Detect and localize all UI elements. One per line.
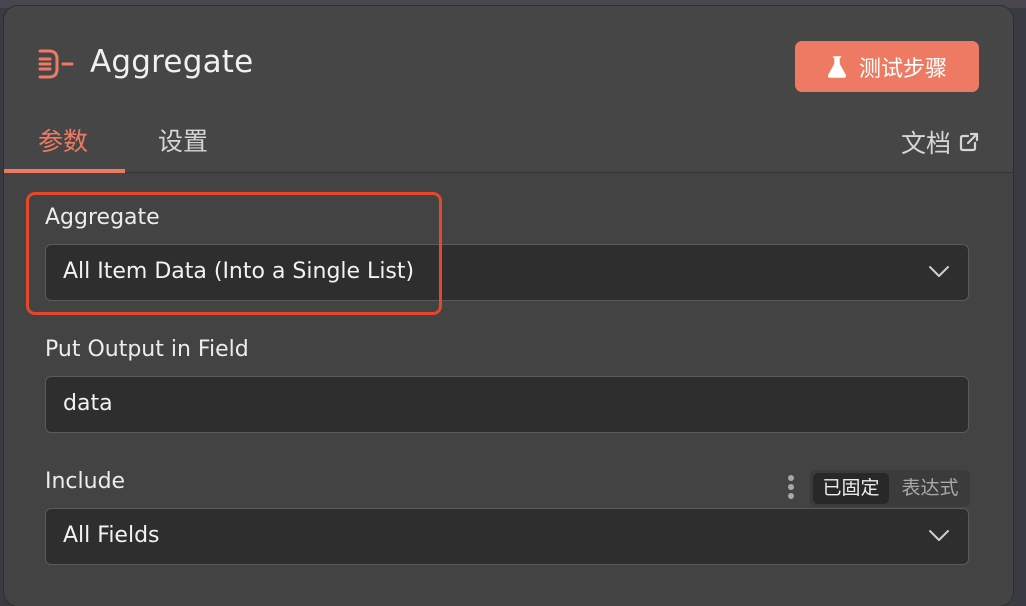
- aggregate-select[interactable]: All Item Data (Into a Single List): [45, 244, 969, 301]
- aggregate-label: Aggregate: [45, 205, 160, 230]
- chevron-down-icon: [929, 266, 949, 277]
- include-label: Include: [45, 469, 126, 494]
- panel-header: Aggregate 测试步骤: [4, 6, 1013, 116]
- output-field-value: data: [63, 391, 113, 416]
- test-step-button[interactable]: 测试步骤: [795, 41, 979, 92]
- aggregate-icon: [38, 49, 74, 79]
- more-options-icon[interactable]: [787, 475, 795, 503]
- include-select-value: All Fields: [63, 523, 160, 548]
- parameters-content: Aggregate All Item Data (Into a Single L…: [4, 173, 1013, 606]
- output-field-label: Put Output in Field: [45, 337, 249, 362]
- mode-fixed[interactable]: 已固定: [813, 473, 889, 504]
- flask-icon: [827, 55, 847, 78]
- chevron-down-icon: [929, 530, 949, 541]
- output-field-input[interactable]: data: [45, 376, 969, 433]
- mode-expression[interactable]: 表达式: [892, 473, 968, 504]
- node-title: Aggregate: [90, 44, 254, 80]
- external-link-icon: [959, 132, 979, 152]
- include-select[interactable]: All Fields: [45, 508, 969, 565]
- tab-parameters[interactable]: 参数: [38, 122, 88, 158]
- test-step-label: 测试步骤: [858, 56, 947, 82]
- docs-link-label: 文档: [900, 129, 951, 158]
- parameter-mode-toggle: 已固定 表达式: [810, 470, 970, 507]
- tab-settings[interactable]: 设置: [158, 122, 208, 158]
- node-settings-panel: Aggregate 测试步骤 参数 设置 文档 Aggregate All It…: [4, 6, 1013, 606]
- tab-bar: 参数 设置 文档: [4, 116, 1013, 173]
- aggregate-select-value: All Item Data (Into a Single List): [63, 259, 415, 284]
- docs-link[interactable]: 文档: [901, 124, 979, 160]
